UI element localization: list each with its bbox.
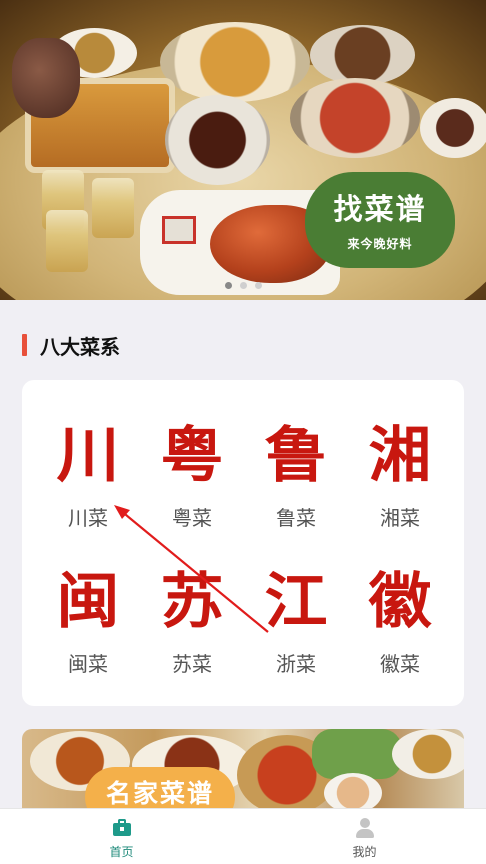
cuisine-item-lu[interactable]: 鲁 鲁菜 (244, 416, 348, 531)
cuisine-item-min[interactable]: 闽 闽菜 (36, 562, 140, 677)
vegetable-image (312, 729, 402, 779)
top-banner[interactable]: 找菜谱 来今晚好料 (0, 0, 486, 300)
cuisine-item-yue[interactable]: 粤 粤菜 (140, 416, 244, 531)
cuisine-item-zhe[interactable]: 江 浙菜 (244, 562, 348, 677)
carousel-dots (0, 282, 486, 289)
cuisine-grid: 川 川菜 粤 粤菜 鲁 鲁菜 湘 湘菜 闽 闽菜 苏 苏菜 江 浙菜 徽 徽菜 (22, 380, 464, 706)
dish-image (290, 78, 420, 158)
cuisine-glyph: 苏 (160, 567, 224, 637)
dish-image (160, 22, 310, 102)
bottom-tab-bar: 首页 我的 (0, 808, 486, 864)
sauce-bowl-image (324, 773, 382, 813)
cuisine-glyph: 川 (56, 421, 120, 491)
carousel-dot[interactable] (254, 282, 262, 289)
cuisine-item-su[interactable]: 苏 苏菜 (140, 562, 244, 677)
section-header: 八大菜系 (22, 332, 120, 359)
dish-image (310, 25, 415, 85)
dish-image (392, 729, 464, 779)
teapot-image (12, 38, 80, 118)
cuisine-glyph: 粤 (160, 421, 224, 491)
cuisine-label: 川菜 (68, 506, 108, 530)
tab-home-label: 首页 (109, 845, 134, 859)
cuisine-glyph: 徽 (368, 567, 432, 637)
tab-home[interactable]: 首页 (0, 809, 243, 864)
cuisine-item-chuan[interactable]: 川 川菜 (36, 416, 140, 531)
cuisine-glyph: 湘 (368, 421, 432, 491)
cuisine-card: 川 川菜 粤 粤菜 鲁 鲁菜 湘 湘菜 闽 闽菜 苏 苏菜 江 浙菜 徽 徽菜 (22, 380, 464, 706)
carousel-dot[interactable] (224, 282, 232, 289)
dish-image (420, 98, 486, 158)
cuisine-label: 粤菜 (172, 506, 212, 530)
cuisine-label: 湘菜 (380, 506, 420, 530)
cuisine-item-xiang[interactable]: 湘 湘菜 (348, 416, 452, 531)
cuisine-label: 苏菜 (172, 652, 212, 676)
find-recipe-badge[interactable]: 找菜谱 来今晚好料 (305, 172, 455, 268)
user-icon (355, 818, 375, 838)
tea-glass-image (92, 178, 134, 238)
cuisine-glyph: 江 (264, 567, 328, 637)
famous-recipe-banner[interactable]: 名家菜谱 (22, 729, 464, 819)
cuisine-glyph: 鲁 (264, 421, 328, 491)
tab-me-label: 我的 (352, 845, 377, 859)
carousel-dot[interactable] (239, 282, 247, 289)
tab-me[interactable]: 我的 (243, 809, 486, 864)
section-accent-bar (22, 334, 27, 356)
seal-image (162, 216, 196, 244)
briefcase-icon (112, 818, 132, 838)
section-title: 八大菜系 (40, 334, 120, 359)
badge-subtitle: 来今晚好料 (347, 237, 413, 251)
cuisine-label: 闽菜 (68, 652, 108, 676)
cuisine-label: 浙菜 (276, 652, 316, 676)
cuisine-label: 鲁菜 (276, 506, 316, 530)
cuisine-glyph: 闽 (56, 567, 120, 637)
cuisine-item-hui[interactable]: 徽 徽菜 (348, 562, 452, 677)
dish-image (165, 95, 270, 185)
cuisine-label: 徽菜 (380, 652, 420, 676)
badge-title: 找菜谱 (333, 192, 427, 226)
tea-glass-image (46, 210, 88, 272)
